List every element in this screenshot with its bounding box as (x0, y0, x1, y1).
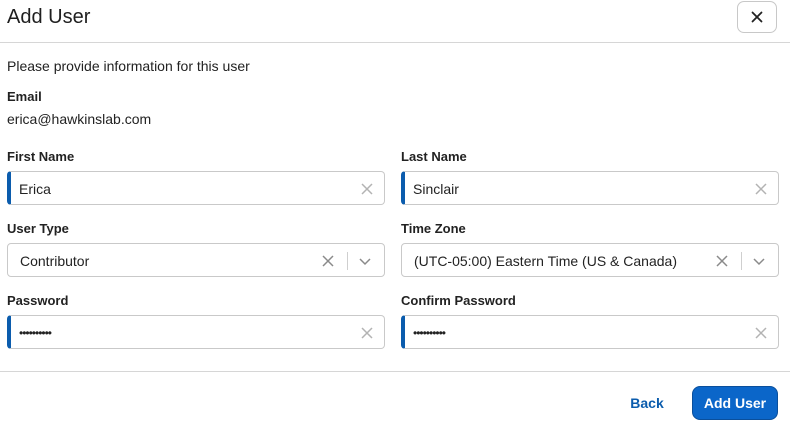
select-separator (347, 252, 348, 270)
footer-divider (0, 371, 790, 372)
email-value: erica@hawkinslab.com (7, 111, 152, 127)
dialog-header: Add User (0, 0, 790, 43)
back-button[interactable]: Back (621, 389, 673, 417)
email-label: Email (7, 89, 42, 104)
close-button[interactable] (737, 1, 777, 33)
clear-icon[interactable] (360, 182, 374, 196)
intro-text: Please provide information for this user (7, 58, 250, 74)
last-name-label: Last Name (401, 149, 467, 164)
confirm-password-label: Confirm Password (401, 293, 516, 308)
clear-icon[interactable] (754, 182, 768, 196)
user-type-value: Contributor (20, 253, 90, 269)
time-zone-label: Time Zone (401, 221, 466, 236)
dialog-title: Add User (7, 6, 91, 28)
time-zone-value: (UTC-05:00) Eastern Time (US & Canada) (414, 253, 677, 269)
close-icon (751, 11, 763, 23)
password-value: •••••••••• (19, 326, 52, 340)
first-name-value: Erica (19, 181, 51, 197)
clear-icon[interactable] (754, 326, 768, 340)
last-name-field[interactable]: Sinclair (401, 171, 779, 205)
time-zone-select[interactable]: (UTC-05:00) Eastern Time (US & Canada) (401, 243, 779, 277)
confirm-password-field[interactable]: •••••••••• (401, 315, 779, 349)
password-field[interactable]: •••••••••• (7, 315, 385, 349)
user-type-select[interactable]: Contributor (7, 243, 385, 277)
last-name-value: Sinclair (413, 181, 459, 197)
user-type-label: User Type (7, 221, 69, 236)
first-name-label: First Name (7, 149, 75, 164)
clear-icon[interactable] (715, 254, 729, 268)
add-user-button[interactable]: Add User (692, 386, 778, 420)
chevron-down-icon[interactable] (752, 255, 766, 267)
password-label: Password (7, 293, 69, 308)
clear-icon[interactable] (360, 326, 374, 340)
chevron-down-icon[interactable] (358, 255, 372, 267)
select-separator (741, 252, 742, 270)
clear-icon[interactable] (321, 254, 335, 268)
confirm-password-value: •••••••••• (413, 326, 446, 340)
first-name-field[interactable]: Erica (7, 171, 385, 205)
